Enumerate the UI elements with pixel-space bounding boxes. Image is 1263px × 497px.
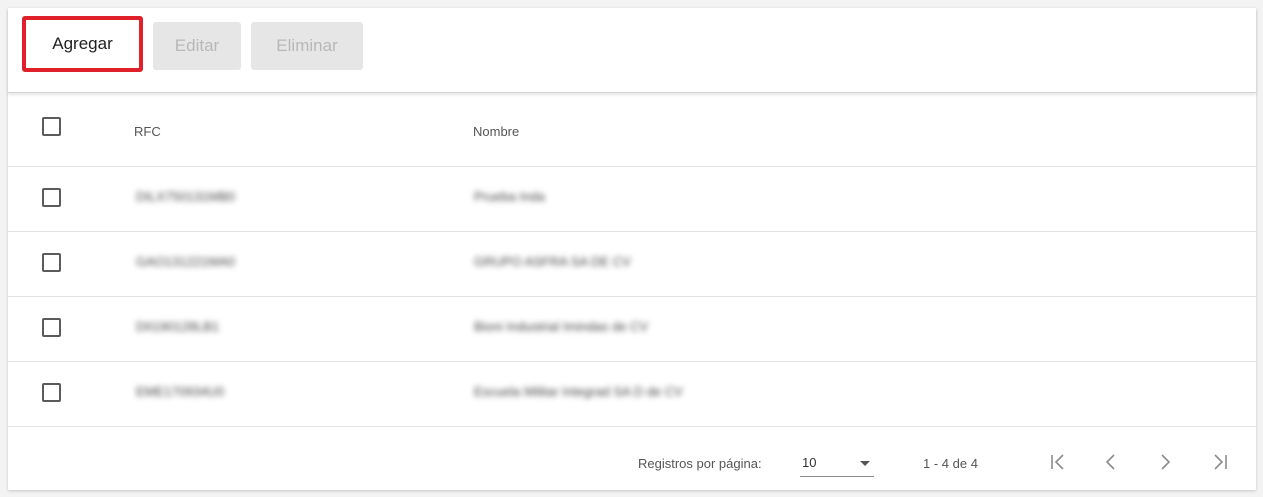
rfc-cell: DILX750131MB0 bbox=[136, 189, 236, 204]
first-page-icon[interactable] bbox=[1042, 446, 1074, 478]
table-row[interactable]: DII190128LB1 Bioni Industrial Imindas de… bbox=[8, 297, 1256, 362]
last-page-icon[interactable] bbox=[1204, 446, 1236, 478]
rfc-cell: EME170934U0 bbox=[136, 384, 225, 399]
data-table-card: Agregar Editar Eliminar RFC Nombre DILX7… bbox=[8, 8, 1256, 490]
first-page-icon-glyph bbox=[1051, 454, 1064, 470]
select-all-checkbox[interactable] bbox=[42, 117, 61, 136]
records-table: RFC Nombre DILX750131MB0 Prueba Inda GAO… bbox=[8, 94, 1256, 427]
next-page-icon-glyph bbox=[1161, 454, 1171, 470]
rfc-cell: DII190128LB1 bbox=[136, 319, 220, 334]
table-header-row: RFC Nombre bbox=[8, 94, 1256, 167]
row-checkbox[interactable] bbox=[42, 253, 61, 272]
table-row[interactable]: DILX750131MB0 Prueba Inda bbox=[8, 167, 1256, 232]
nombre-cell: Escuela Militar Integrad SA D de CV bbox=[474, 384, 683, 399]
edit-button[interactable]: Editar bbox=[153, 22, 241, 70]
prev-page-icon[interactable] bbox=[1095, 446, 1127, 478]
table-row[interactable]: GAO131221MA0 GRUPO ASFRA SA DE CV bbox=[8, 232, 1256, 297]
nombre-cell: Prueba Inda bbox=[474, 189, 545, 204]
delete-button[interactable]: Eliminar bbox=[251, 22, 363, 70]
per-page-label: Registros por página: bbox=[638, 456, 762, 471]
prev-page-icon-glyph bbox=[1105, 454, 1115, 470]
row-checkbox[interactable] bbox=[42, 188, 61, 207]
rfc-cell: GAO131221MA0 bbox=[136, 254, 236, 269]
row-checkbox[interactable] bbox=[42, 318, 61, 337]
row-checkbox[interactable] bbox=[42, 383, 61, 402]
column-header-nombre[interactable]: Nombre bbox=[473, 124, 519, 139]
page-range-label: 1 - 4 de 4 bbox=[923, 456, 978, 471]
last-page-icon-glyph bbox=[1214, 454, 1227, 470]
add-button[interactable]: Agregar bbox=[22, 16, 143, 72]
table-pagination: Registros por página: 10 1 - 4 de 4 bbox=[8, 426, 1256, 490]
per-page-select[interactable]: 10 bbox=[800, 448, 874, 477]
column-header-rfc[interactable]: RFC bbox=[134, 124, 161, 139]
per-page-value: 10 bbox=[802, 455, 817, 470]
next-page-icon[interactable] bbox=[1149, 446, 1181, 478]
nombre-cell: GRUPO ASFRA SA DE CV bbox=[474, 254, 631, 269]
table-row[interactable]: EME170934U0 Escuela Militar Integrad SA … bbox=[8, 362, 1256, 427]
table-toolbar: Agregar Editar Eliminar bbox=[8, 8, 1256, 93]
dropdown-arrow-icon bbox=[860, 461, 870, 466]
nombre-cell: Bioni Industrial Imindas de CV bbox=[474, 319, 649, 334]
